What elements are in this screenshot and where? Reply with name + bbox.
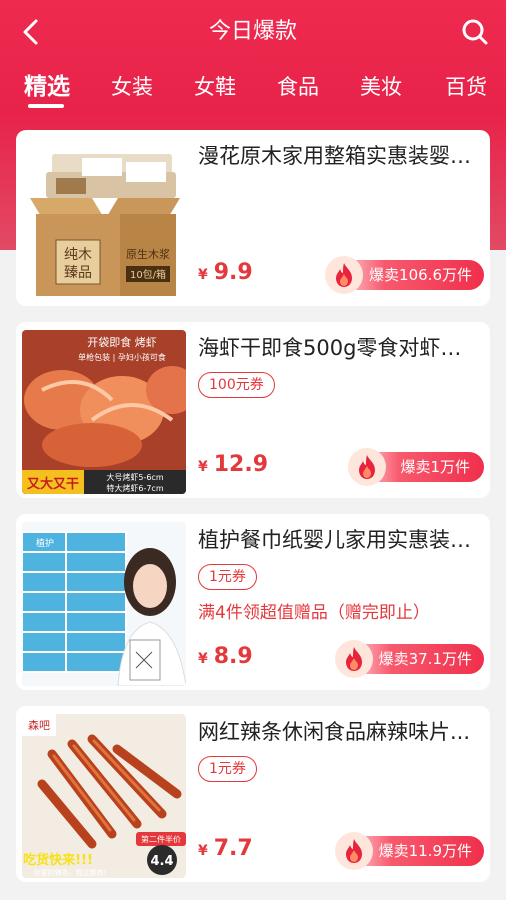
product-card[interactable]: 森吧 第二件半价 4.4 吃货快来!!! 你要的辣条，我这都有! 网红辣条休闲食…: [16, 706, 490, 882]
box-label-line2: 臻品: [64, 265, 92, 281]
tab-womens-shoes[interactable]: 女鞋: [194, 72, 236, 102]
search-icon: [462, 19, 488, 45]
box-side-label1: 原生木浆: [126, 247, 170, 261]
sales-badge: 爆卖37.1万件: [334, 640, 484, 678]
active-tab-indicator: [28, 104, 64, 108]
image-headline: 开袋即食 烤虾: [87, 335, 157, 349]
image-brand: 森吧: [28, 718, 50, 732]
coupon-badge: 1元券: [198, 756, 257, 782]
tab-womens-clothing[interactable]: 女装: [111, 72, 153, 102]
product-name: 网红辣条休闲食品麻辣味片...: [198, 720, 471, 744]
tab-beauty[interactable]: 美妆: [360, 72, 402, 102]
image-tag: 第二件半价: [141, 834, 181, 844]
fire-icon: [348, 448, 387, 486]
box-label-line1: 纯木: [64, 247, 92, 263]
product-card[interactable]: 纯木 臻品 原生木浆 10包/箱 漫花原木家用整箱实惠装婴儿纸巾... ¥9.9…: [16, 130, 490, 306]
tab-food[interactable]: 食品: [277, 72, 319, 102]
product-name: 漫花原木家用整箱实惠装婴儿纸巾...: [198, 144, 480, 168]
product-image: 开袋即食 烤虾 单枪包装 | 孕妇小孩可食 又大又干 大号烤虾5-6cm 特大烤…: [22, 330, 186, 494]
product-image: 纯木 臻品 原生木浆 10包/箱: [22, 138, 186, 302]
tab-featured[interactable]: 精选: [24, 72, 70, 102]
image-spec2: 特大烤虾6-7cm: [106, 483, 163, 493]
product-card[interactable]: 植护 植护餐巾纸婴儿家用实惠装抽纸... 1元券 满4件领超值赠品（赠完即止） …: [16, 514, 490, 690]
product-name: 海虾干即食500g零食对虾海鲜干货...: [198, 336, 480, 360]
image-slogan: 吃货快来!!!: [23, 852, 93, 868]
image-price: 4.4: [150, 854, 173, 869]
product-image: 植护: [22, 522, 186, 686]
image-badge: 又大又干: [26, 476, 79, 492]
image-subslogan: 你要的辣条，我这都有!: [34, 868, 107, 877]
product-price: ¥7.7: [198, 836, 253, 861]
image-subline: 单枪包装 | 孕妇小孩可食: [78, 352, 166, 362]
fire-icon: [334, 640, 373, 678]
coupon-badge: 1元券: [198, 564, 257, 590]
app-header: 今日爆款: [0, 0, 506, 64]
product-price: ¥12.9: [198, 452, 269, 477]
product-price: ¥9.9: [198, 260, 253, 285]
product-card[interactable]: 开袋即食 烤虾 单枪包装 | 孕妇小孩可食 又大又干 大号烤虾5-6cm 特大烤…: [16, 322, 490, 498]
coupon-badge: 100元券: [198, 372, 275, 398]
box-side-label2: 10包/箱: [130, 268, 166, 281]
fire-icon: [325, 256, 364, 294]
product-name: 植护餐巾纸婴儿家用实惠装抽纸...: [198, 528, 480, 552]
tab-general-goods[interactable]: 百货: [445, 72, 487, 102]
fire-icon: [334, 832, 373, 870]
category-tabs: 精选 女装 女鞋 食品 美妆 百货: [0, 64, 506, 114]
image-spec1: 大号烤虾5-6cm: [106, 472, 163, 482]
sales-badge: 爆卖11.9万件: [334, 832, 484, 870]
promo-text: 满4件领超值赠品（赠完即止）: [198, 603, 430, 623]
search-button[interactable]: [458, 14, 492, 50]
sales-badge: 爆卖1万件: [348, 448, 484, 486]
sales-badge: 爆卖106.6万件: [325, 256, 484, 294]
image-brand: 植护: [36, 537, 54, 549]
page-title: 今日爆款: [208, 19, 297, 44]
product-price: ¥8.9: [198, 644, 253, 669]
product-image: 森吧 第二件半价 4.4 吃货快来!!! 你要的辣条，我这都有!: [22, 714, 186, 878]
